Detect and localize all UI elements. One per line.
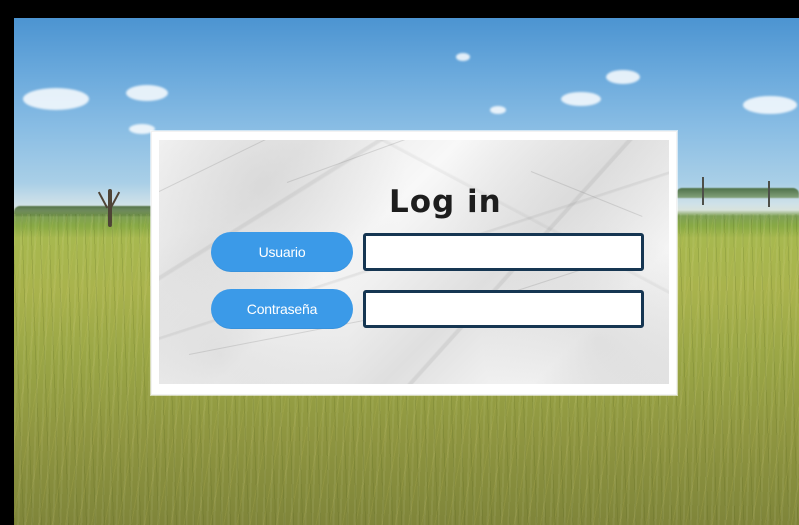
cloud-7 — [490, 106, 506, 114]
cloud-6 — [743, 96, 797, 114]
cloud-3 — [456, 53, 470, 61]
marble-vein-5 — [530, 171, 643, 217]
tree-line-right — [676, 188, 799, 198]
marble-vein-1 — [159, 140, 295, 192]
password-input[interactable] — [363, 290, 644, 328]
login-card-frame: Log in Usuario Contraseña — [151, 131, 677, 395]
cloud-4 — [606, 70, 640, 84]
marble-vein-2 — [286, 140, 431, 183]
cloud-2 — [126, 85, 168, 101]
cloud-5 — [561, 92, 601, 106]
login-title: Log in — [389, 184, 502, 220]
screen-frame: Log in Usuario Contraseña — [0, 0, 799, 525]
utility-pole-1 — [702, 177, 704, 205]
username-input[interactable] — [363, 233, 644, 271]
utility-pole-2 — [768, 181, 770, 207]
username-label: Usuario — [211, 232, 353, 272]
cloud-1 — [23, 88, 89, 110]
login-panel: Log in Usuario Contraseña — [159, 140, 669, 384]
password-label: Contraseña — [211, 289, 353, 329]
